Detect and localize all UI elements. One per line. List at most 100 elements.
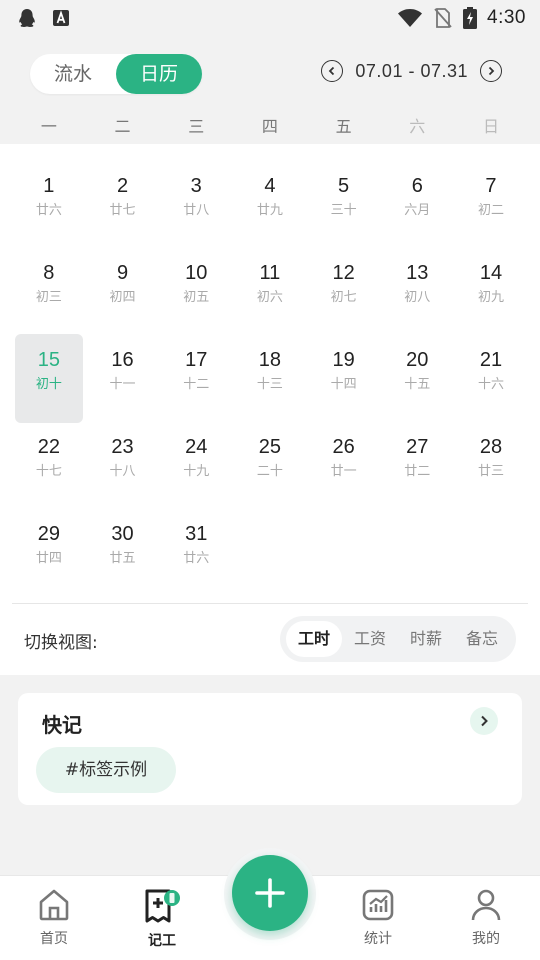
calendar-card: 1 廿六 2 廿七 3 廿八 4 廿九 5 三十 6 六月 7 初二 8 初三 9 初四 10 初五 11 初六 12 初七 1… [0,144,540,675]
calendar-day[interactable]: 20 十五 [380,338,454,425]
calendar-day[interactable]: 10 初五 [159,251,233,338]
calendar-day[interactable]: 23 十八 [86,425,160,512]
weekday-label: 三 [188,117,205,136]
lunar-date: 三十 [330,203,357,218]
calendar-day[interactable]: 11 初六 [233,251,307,338]
calendar-day[interactable]: 30 廿五 [86,512,160,599]
calendar-day[interactable]: 1 廿六 [12,164,86,251]
calendar-day[interactable]: 2 廿七 [86,164,160,251]
weekday-label: 四 [261,117,278,136]
prev-month-button[interactable] [321,60,344,82]
calendar-day[interactable]: 31 廿六 [159,512,233,599]
calendar-day[interactable]: 12 初七 [307,251,381,338]
weekday-label: 二 [114,117,131,136]
calendar-day[interactable]: 29 廿四 [12,512,86,599]
add-record-button[interactable] [232,855,308,931]
lunar-date: 初二 [477,203,504,218]
day-number: 8 [43,262,55,284]
day-number: 5 [338,175,350,197]
calendar-day[interactable]: 18 十三 [233,338,307,425]
day-number: 14 [479,262,503,284]
day-number: 20 [406,349,429,371]
view-toggle: 流水 日历 [30,54,202,94]
weekday-header: 一 二 三 四 五 六 日 [12,110,528,144]
nav-home[interactable]: 首页 [14,888,94,948]
lunar-date: 十八 [109,464,136,479]
calendar-day[interactable]: 16 十一 [86,338,160,425]
view-switch-label: 切换视图: [24,633,98,653]
tag-chip[interactable]: #标签示例 [36,747,176,793]
divider [12,603,528,604]
calendar-day[interactable]: 26 廿一 [307,425,381,512]
qq-icon [19,9,35,28]
calendar-day[interactable]: 5 三十 [307,164,381,251]
calendar-day[interactable]: 21 十六 [454,338,528,425]
wifi-icon [398,9,423,27]
lunar-date: 廿九 [256,203,283,218]
day-number: 31 [185,523,208,545]
keyboard-a-icon [53,10,69,26]
status-time: 4:30 [487,7,526,28]
nav-profile[interactable]: 我的 [446,888,526,948]
day-number: 27 [406,436,429,458]
calendar-day[interactable]: 19 十四 [307,338,381,425]
weekday-label: 一 [40,117,57,136]
switch-hours[interactable]: 工时 [286,621,342,657]
day-number: 16 [111,349,134,371]
calendar-day[interactable]: 7 初二 [454,164,528,251]
calendar-day[interactable]: 25 二十 [233,425,307,512]
next-month-button[interactable] [480,60,502,82]
battery-charging-icon [463,7,478,29]
calendar-day[interactable]: 24 十九 [159,425,233,512]
status-bar: 4:30 [0,0,540,36]
calendar-day[interactable]: 27 廿二 [380,425,454,512]
calendar-day[interactable]: 4 廿九 [233,164,307,251]
tab-flow[interactable]: 流水 [30,54,116,94]
lunar-date: 廿二 [404,464,431,479]
no-sim-icon [434,8,452,28]
day-number: 10 [185,262,208,284]
nav-record[interactable]: 记工 [122,888,202,950]
lunar-date: 初三 [35,290,62,305]
calendar-day[interactable]: 17 十二 [159,338,233,425]
calendar-day[interactable]: 14 初九 [454,251,528,338]
day-number: 6 [411,175,423,197]
day-number: 24 [185,436,208,458]
switch-memo[interactable]: 备忘 [454,621,510,657]
quick-note-card: 快记 #标签示例 [18,693,522,805]
calendar-day[interactable]: 22 十七 [12,425,86,512]
profile-icon [471,889,501,921]
switch-hourly-rate[interactable]: 时薪 [398,621,454,657]
day-number: 4 [264,175,276,197]
chevron-right-icon [488,66,495,76]
view-switch: 工时 工资 时薪 备忘 [280,616,516,662]
lunar-date: 十五 [404,377,431,392]
calendar-day[interactable]: 13 初八 [380,251,454,338]
day-number: 23 [111,436,134,458]
day-number: 26 [332,436,355,458]
nav-stats[interactable]: 统计 [338,888,418,948]
tab-calendar[interactable]: 日历 [116,54,202,94]
calendar-day[interactable]: 28 廿三 [454,425,528,512]
day-number: 9 [116,262,129,284]
switch-wage[interactable]: 工资 [342,621,398,657]
weekday-label: 五 [335,117,352,136]
calendar-day[interactable]: 9 初四 [86,251,160,338]
lunar-date: 初五 [183,290,210,305]
day-number: 11 [259,262,281,284]
quick-note-more-button[interactable] [470,707,498,735]
day-number: 17 [185,349,208,371]
weekday-label: 日 [482,117,499,136]
weekday-label: 六 [409,117,426,136]
calendar-grid: 1 廿六 2 廿七 3 廿八 4 廿九 5 三十 6 六月 7 初二 8 初三 9 初四 10 初五 11 初六 12 初七 1… [12,164,528,599]
calendar-day[interactable]: 3 廿八 [159,164,233,251]
calendar-day[interactable]: 8 初三 [12,251,86,338]
lunar-date: 廿三 [477,464,504,479]
day-number: 30 [111,523,134,545]
calendar-day[interactable]: 6 六月 [380,164,454,251]
chevron-left-icon [329,66,335,76]
calendar-day[interactable]: 15 初十 [15,334,83,423]
lunar-date: 十一 [109,377,136,392]
lunar-date: 十九 [183,464,210,479]
lunar-date: 廿五 [109,551,136,566]
